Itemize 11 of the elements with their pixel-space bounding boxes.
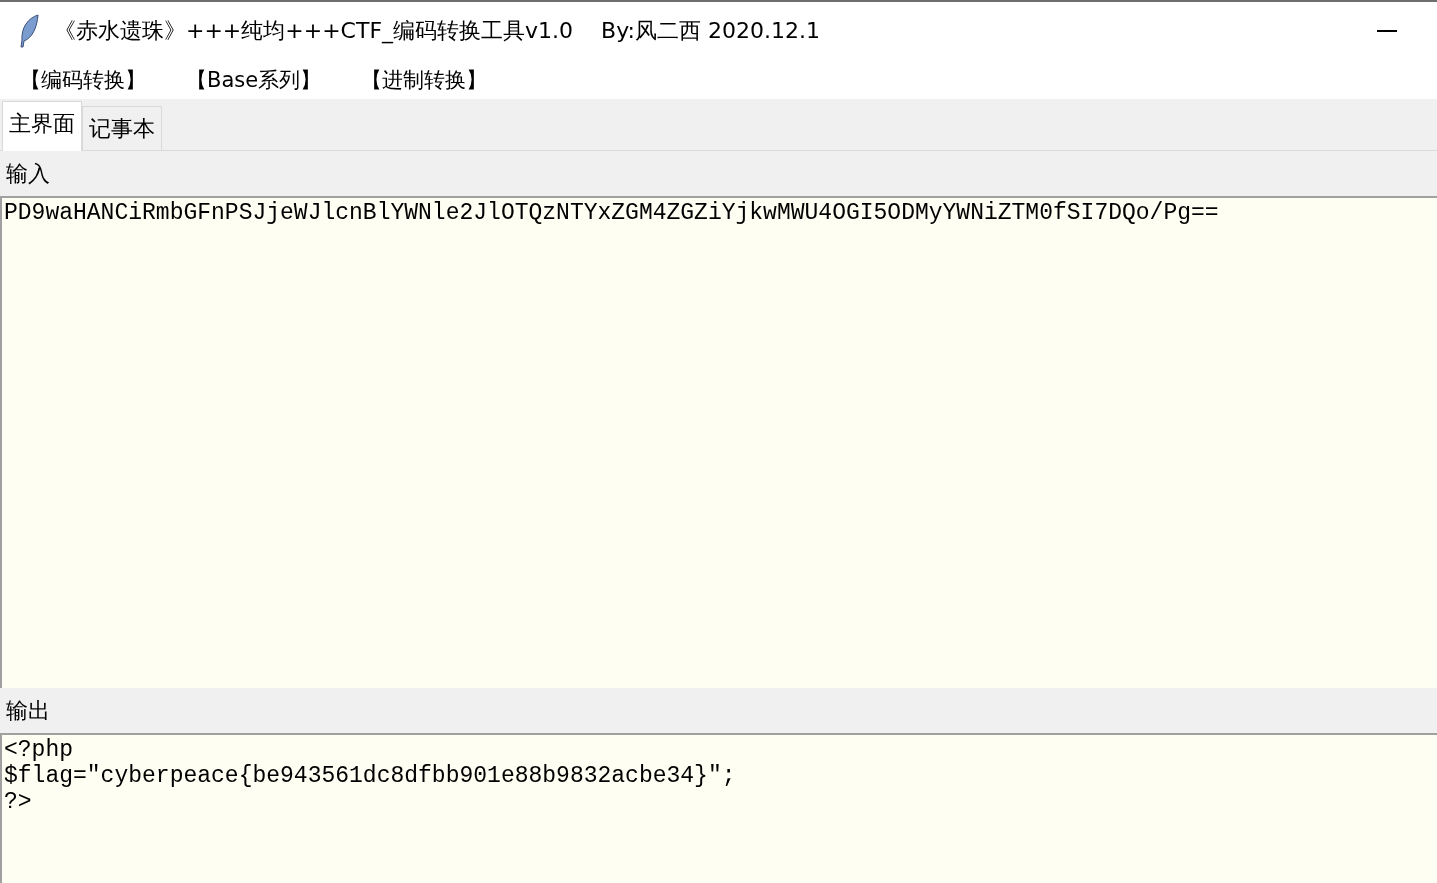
output-field[interactable]: <?php $flag="cyberpeace{be943561dc8dfbb901e88b9832acbe34}"; ?>	[0, 735, 1437, 883]
tab[interactable]: 记事本	[82, 106, 162, 150]
output-label: 输出	[6, 696, 50, 725]
input-label: 输入	[6, 159, 50, 188]
menu-item[interactable]: 【进制转换】	[361, 65, 488, 94]
window-title: 《赤水遗珠》+++纯均+++CTF_编码转换工具v1.0 By:风二西 2020.12.1	[54, 17, 821, 46]
menu-item[interactable]: 【Base系列】	[186, 65, 322, 94]
menu-item[interactable]: 【编码转换】	[20, 65, 146, 94]
feather-icon	[18, 14, 40, 48]
tab[interactable]: 主界面	[2, 101, 82, 151]
input-field[interactable]: PD9waHANCiRmbGFnPSJjeWJlcnBlYWNle2JlOTQzNTYxZGM4ZGZiYjkwMWU4OGI5ODMyYWNiZTM0fSI7DQo/Pg==	[0, 198, 1437, 688]
